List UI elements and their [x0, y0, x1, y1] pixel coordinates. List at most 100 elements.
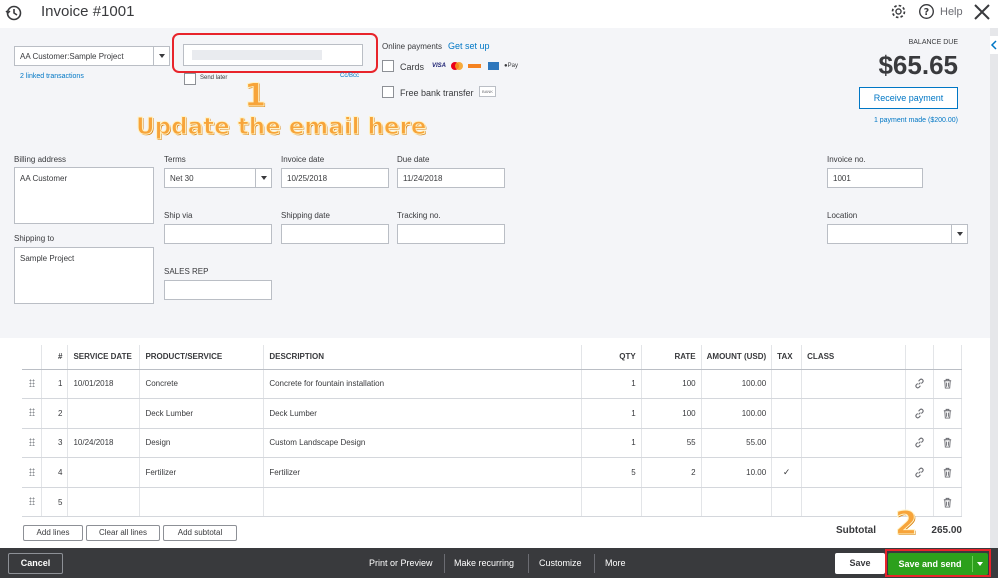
billing-address-field[interactable]: AA Customer: [14, 167, 154, 224]
row-tax[interactable]: [771, 369, 803, 400]
row-tax[interactable]: [771, 398, 803, 429]
row-product[interactable]: [139, 487, 265, 518]
due-date-field[interactable]: 11/24/2018: [397, 168, 505, 188]
row-rate[interactable]: 100: [641, 398, 702, 429]
save-and-send-button[interactable]: Save and send: [888, 553, 988, 575]
row-qty[interactable]: [581, 487, 642, 518]
send-later-checkbox[interactable]: [184, 73, 196, 85]
drag-handle[interactable]: [22, 457, 43, 488]
row-tax[interactable]: [771, 428, 803, 459]
row-description[interactable]: Custom Landscape Design: [263, 428, 582, 459]
row-link-cell[interactable]: [905, 398, 934, 429]
row-service-date[interactable]: 10/01/2018: [67, 369, 141, 400]
row-delete-cell[interactable]: [933, 487, 963, 518]
row-description[interactable]: Concrete for fountain installation: [263, 369, 582, 400]
row-amount[interactable]: [701, 487, 773, 518]
add-lines-button[interactable]: Add lines: [23, 525, 83, 541]
make-recurring-button[interactable]: Make recurring: [454, 558, 514, 568]
table-row[interactable]: 5: [22, 487, 963, 518]
row-product[interactable]: Concrete: [139, 369, 265, 400]
row-amount[interactable]: 100.00: [701, 398, 773, 429]
drag-handle[interactable]: [22, 369, 43, 400]
payment-made-link[interactable]: 1 payment made ($200.00): [840, 117, 958, 124]
linked-transactions-link[interactable]: 2 linked transactions: [20, 73, 84, 80]
row-amount[interactable]: 10.00: [701, 457, 773, 488]
row-product[interactable]: Design: [139, 428, 265, 459]
table-row[interactable]: 4 Fertilizer Fertilizer 5 2 10.00 ✓: [22, 457, 963, 488]
location-select[interactable]: [827, 224, 968, 244]
row-amount[interactable]: 55.00: [701, 428, 773, 459]
cancel-button[interactable]: Cancel: [8, 553, 63, 574]
invoice-date-label: Invoice date: [281, 155, 325, 164]
annotation-update-email: Update the email here: [135, 114, 427, 141]
row-class[interactable]: [801, 398, 906, 429]
email-field[interactable]: [183, 44, 363, 66]
ship-via-field[interactable]: [164, 224, 272, 244]
save-button[interactable]: Save: [835, 553, 885, 574]
row-class[interactable]: [801, 487, 906, 518]
help-icon[interactable]: ?: [918, 3, 935, 20]
visa-icon: VISA: [432, 63, 447, 69]
row-delete-cell[interactable]: [933, 369, 963, 400]
row-description[interactable]: [263, 487, 582, 518]
add-subtotal-button[interactable]: Add subtotal: [163, 525, 237, 541]
row-qty[interactable]: 5: [581, 457, 642, 488]
row-delete-cell[interactable]: [933, 398, 963, 429]
row-link-cell[interactable]: [905, 369, 934, 400]
tracking-no-field[interactable]: [397, 224, 505, 244]
row-service-date[interactable]: [67, 398, 141, 429]
row-rate[interactable]: [641, 487, 702, 518]
row-qty[interactable]: 1: [581, 369, 642, 400]
row-description[interactable]: Deck Lumber: [263, 398, 582, 429]
row-tax-checked[interactable]: ✓: [771, 457, 803, 488]
cards-checkbox[interactable]: [382, 60, 394, 72]
shipping-to-field[interactable]: Sample Project: [14, 247, 154, 304]
row-service-date[interactable]: [67, 487, 141, 518]
row-rate[interactable]: 55: [641, 428, 702, 459]
drag-handle[interactable]: [22, 398, 43, 429]
invoice-date-field[interactable]: 10/25/2018: [281, 168, 389, 188]
row-delete-cell[interactable]: [933, 428, 963, 459]
more-button[interactable]: More: [605, 558, 626, 568]
bank-transfer-checkbox[interactable]: [382, 86, 394, 98]
row-product[interactable]: Fertilizer: [139, 457, 265, 488]
clear-all-lines-button[interactable]: Clear all lines: [86, 525, 160, 541]
row-qty[interactable]: 1: [581, 428, 642, 459]
row-class[interactable]: [801, 369, 906, 400]
table-row[interactable]: 2 Deck Lumber Deck Lumber 1 100 100.00: [22, 398, 963, 429]
table-row[interactable]: 1 10/01/2018 Concrete Concrete for fount…: [22, 369, 963, 400]
cc-bcc-link[interactable]: Cc/Bcc: [340, 73, 359, 79]
row-amount[interactable]: 100.00: [701, 369, 773, 400]
drag-handle[interactable]: [22, 428, 43, 459]
customize-button[interactable]: Customize: [539, 558, 582, 568]
row-rate[interactable]: 100: [641, 369, 702, 400]
row-service-date[interactable]: [67, 457, 141, 488]
side-panel-toggle[interactable]: [990, 36, 998, 54]
row-class[interactable]: [801, 457, 906, 488]
print-preview-button[interactable]: Print or Preview: [369, 558, 433, 568]
row-tax[interactable]: [771, 487, 803, 518]
terms-select[interactable]: Net 30: [164, 168, 272, 188]
shipping-date-field[interactable]: [281, 224, 389, 244]
customer-select[interactable]: AA Customer:Sample Project: [14, 46, 170, 66]
receive-payment-button[interactable]: Receive payment: [859, 87, 958, 109]
table-row[interactable]: 3 10/24/2018 Design Custom Landscape Des…: [22, 428, 963, 459]
recent-transactions-icon[interactable]: [5, 4, 23, 22]
row-rate[interactable]: 2: [641, 457, 702, 488]
row-product[interactable]: Deck Lumber: [139, 398, 265, 429]
gear-icon[interactable]: [890, 3, 907, 20]
close-icon[interactable]: [972, 2, 992, 22]
row-link-cell[interactable]: [905, 428, 934, 459]
help-label[interactable]: Help: [940, 6, 963, 18]
get-set-up-link[interactable]: Get set up: [448, 41, 490, 51]
row-class[interactable]: [801, 428, 906, 459]
drag-handle[interactable]: [22, 487, 43, 518]
row-delete-cell[interactable]: [933, 457, 963, 488]
row-service-date[interactable]: 10/24/2018: [67, 428, 141, 459]
row-link-cell[interactable]: [905, 457, 934, 488]
row-qty[interactable]: 1: [581, 398, 642, 429]
row-description[interactable]: Fertilizer: [263, 457, 582, 488]
sales-rep-field[interactable]: [164, 280, 272, 300]
caret-down-icon[interactable]: [977, 562, 983, 566]
invoice-no-field[interactable]: 1001: [827, 168, 923, 188]
